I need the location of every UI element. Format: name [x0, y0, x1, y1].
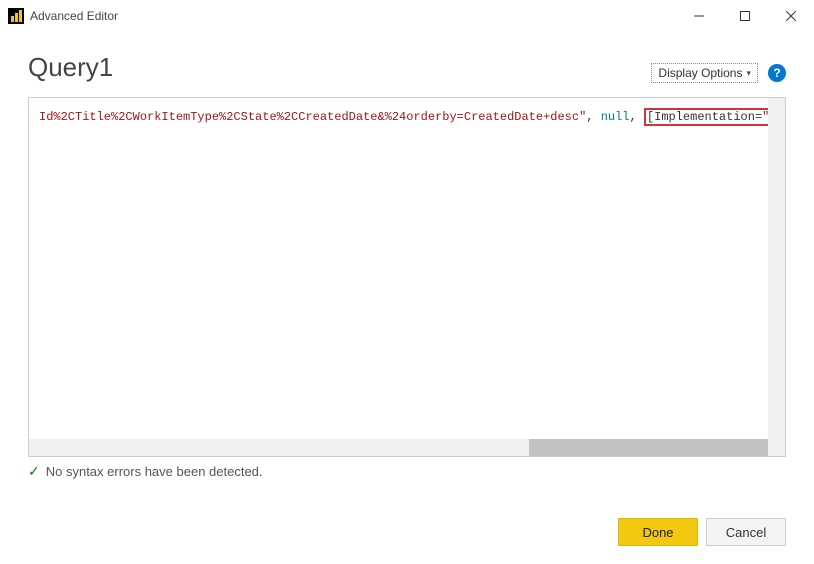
display-options-label: Display Options — [658, 66, 742, 80]
header-right: Display Options ▾ ? — [651, 63, 786, 83]
window-title: Advanced Editor — [30, 9, 118, 23]
vertical-scrollbar[interactable] — [768, 98, 785, 439]
scroll-corner — [768, 439, 785, 456]
status-message: No syntax errors have been detected. — [46, 464, 263, 479]
horizontal-scrollbar-thumb[interactable] — [529, 439, 769, 456]
code-content[interactable]: Id%2CTitle%2CWorkItemType%2CState%2CCrea… — [29, 98, 785, 456]
status-row: ✓ No syntax errors have been detected. — [0, 457, 814, 480]
code-sep1: , — [586, 110, 600, 124]
window-titlebar: Advanced Editor — [0, 0, 814, 32]
code-highlight-box: [Implementation="2.0"]) — [644, 108, 785, 126]
code-key: Implementation — [654, 110, 755, 124]
query-name-title: Query1 — [28, 52, 113, 83]
powerbi-icon — [8, 8, 24, 24]
titlebar-left: Advanced Editor — [8, 8, 676, 24]
code-string-tail: Id%2CTitle%2CWorkItemType%2CState%2CCrea… — [39, 110, 586, 124]
code-null: null — [601, 110, 630, 124]
maximize-button[interactable] — [722, 0, 768, 32]
window-controls — [676, 0, 814, 31]
display-options-dropdown[interactable]: Display Options ▾ — [651, 63, 758, 83]
check-icon: ✓ — [28, 463, 40, 480]
cancel-button[interactable]: Cancel — [706, 518, 786, 546]
horizontal-scrollbar-track[interactable] — [29, 439, 768, 456]
footer-buttons: Done Cancel — [618, 518, 786, 546]
chevron-down-icon: ▾ — [746, 68, 751, 79]
close-button[interactable] — [768, 0, 814, 32]
header-row: Query1 Display Options ▾ ? — [0, 32, 814, 89]
help-icon[interactable]: ? — [768, 64, 786, 82]
minimize-button[interactable] — [676, 0, 722, 32]
done-button[interactable]: Done — [618, 518, 698, 546]
code-editor[interactable]: Id%2CTitle%2CWorkItemType%2CState%2CCrea… — [28, 97, 786, 457]
code-sep2: , — [630, 110, 644, 124]
